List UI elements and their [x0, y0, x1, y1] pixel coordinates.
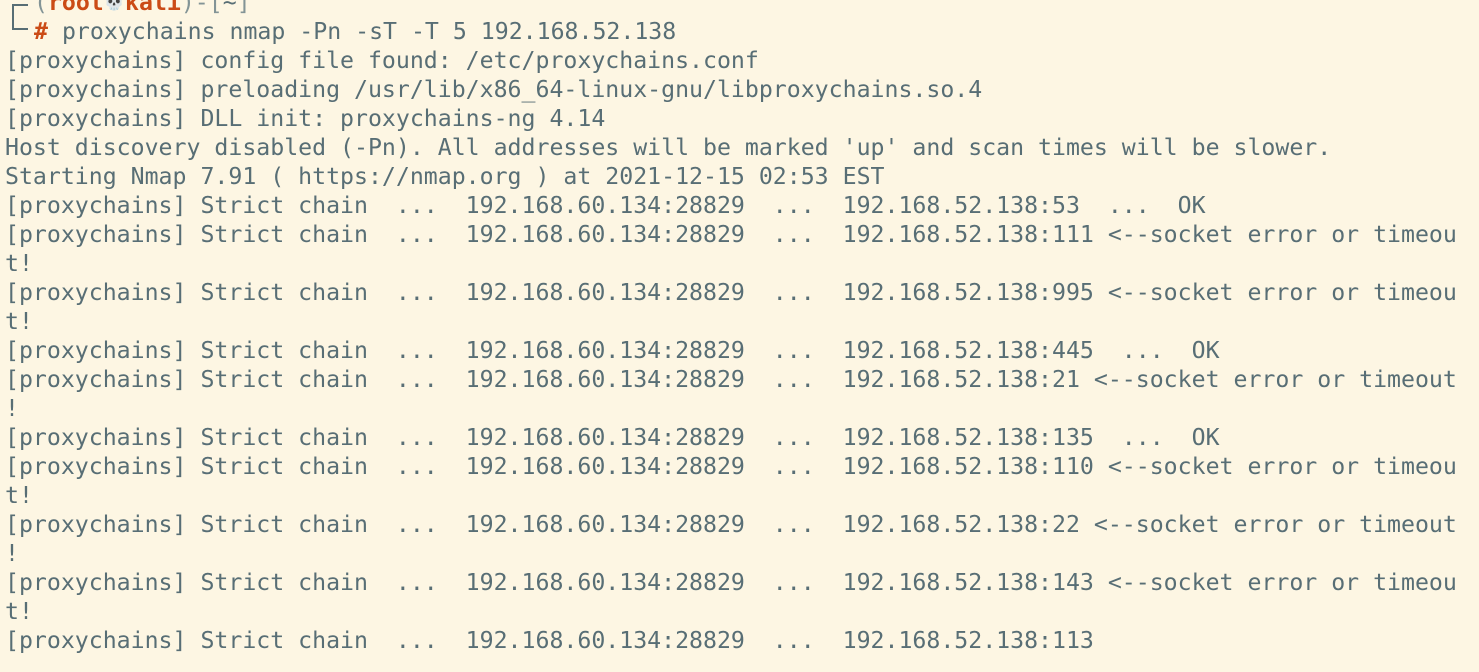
output-line: [proxychains] Strict chain ... 192.168.6…	[5, 627, 1094, 654]
prompt-user: root	[47, 0, 104, 16]
command-line[interactable]: # proxychains nmap -Pn -sT -T 5 192.168.…	[5, 16, 1479, 46]
prompt-paren-close: )-[	[180, 0, 223, 16]
prompt-path: ~	[222, 0, 237, 16]
output-line: [proxychains] Strict chain ... 192.168.6…	[5, 337, 1220, 364]
prompt-host: kali	[124, 0, 181, 16]
output-line: Starting Nmap 7.91 ( https://nmap.org ) …	[5, 163, 885, 190]
output-line: t!	[5, 598, 33, 625]
output-line: Host discovery disabled (-Pn). All addre…	[5, 134, 1332, 161]
output-line: !	[5, 540, 19, 567]
output-line: t!	[5, 482, 33, 509]
output-line: [proxychains] config file found: /etc/pr…	[5, 47, 759, 74]
output-line: [proxychains] Strict chain ... 192.168.6…	[5, 569, 1457, 596]
prompt-bracket-close: ]	[236, 0, 251, 16]
output-line: [proxychains] Strict chain ... 192.168.6…	[5, 511, 1457, 538]
output-line: [proxychains] Strict chain ... 192.168.6…	[5, 453, 1457, 480]
output-line: t!	[5, 250, 33, 277]
prompt-paren-open: (	[34, 0, 48, 16]
skull-icon: 💀	[103, 0, 125, 12]
output-line: [proxychains] Strict chain ... 192.168.6…	[5, 424, 1220, 451]
prompt-box-bottom-corner	[12, 16, 28, 30]
output-line: [proxychains] Strict chain ... 192.168.6…	[5, 192, 1206, 219]
output-line: [proxychains] Strict chain ... 192.168.6…	[5, 221, 1457, 248]
prompt-header: ( root 💀 kali )-[ ~ ]	[5, 0, 1479, 19]
command-text[interactable]: proxychains nmap -Pn -sT -T 5 192.168.52…	[62, 17, 676, 46]
terminal-window[interactable]: ( root 💀 kali )-[ ~ ] # proxychains nmap…	[0, 0, 1479, 672]
prompt-symbol: #	[34, 18, 48, 45]
output-line: [proxychains] DLL init: proxychains-ng 4…	[5, 105, 606, 132]
output-line: [proxychains] Strict chain ... 192.168.6…	[5, 366, 1457, 393]
output-line: [proxychains] Strict chain ... 192.168.6…	[5, 279, 1457, 306]
output-block: [proxychains] config file found: /etc/pr…	[5, 46, 1479, 655]
output-line: !	[5, 395, 19, 422]
output-line: [proxychains] preloading /usr/lib/x86_64…	[5, 76, 983, 103]
output-line: t!	[5, 308, 33, 335]
terminal-screen: ( root 💀 kali )-[ ~ ] # proxychains nmap…	[5, 0, 1479, 655]
